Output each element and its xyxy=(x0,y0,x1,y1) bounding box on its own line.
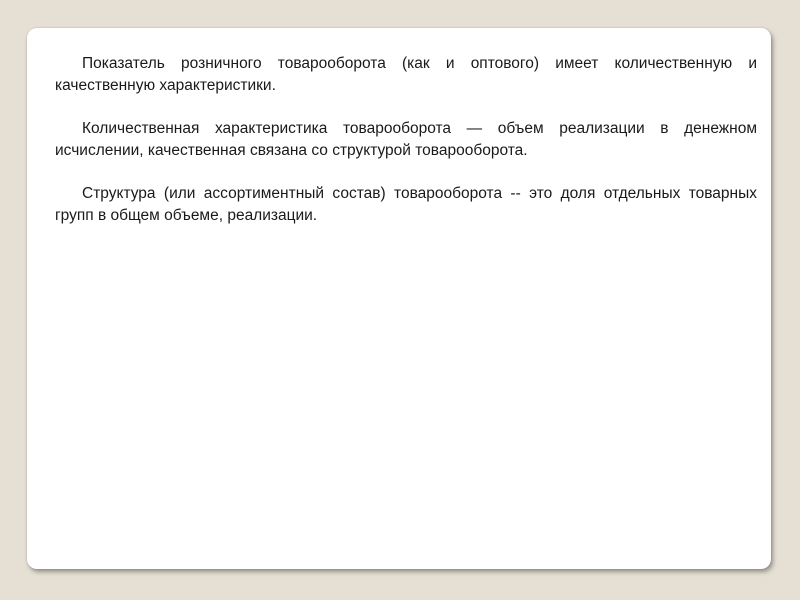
paragraph-retail-turnover: Показатель розничного товарооборота (как… xyxy=(55,55,757,94)
slide-card: Показатель розничного товарооборота (как… xyxy=(27,28,771,569)
paragraph-structure: Структура (или ассортиментный состав) то… xyxy=(55,185,757,224)
paragraph-quantitative: Количественная характеристика товарообор… xyxy=(55,120,757,159)
slide-text-body: Показатель розничного товарооборота (как… xyxy=(55,53,757,248)
